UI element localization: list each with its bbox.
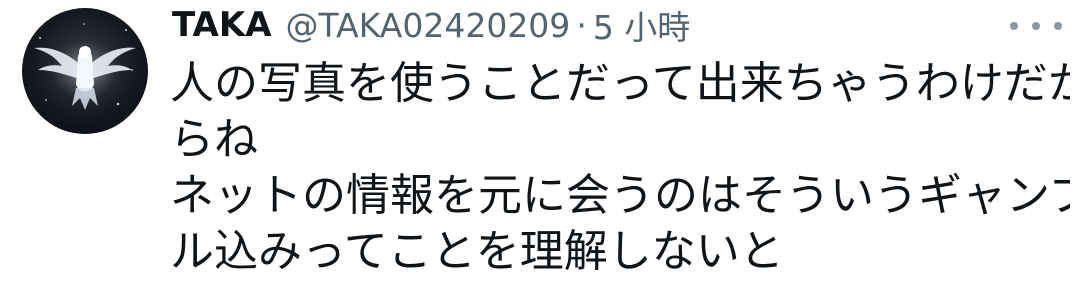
author-display-name[interactable]: TAKA — [172, 5, 272, 45]
eagle-avatar-icon — [34, 23, 136, 110]
more-options-icon — [1032, 22, 1040, 30]
tweet-text-line: らね — [170, 114, 258, 165]
tweet-text-line: ル込みってことを理解しないと — [170, 226, 784, 277]
tweet-header: TAKA @TAKA02420209 · 5 小時 — [172, 2, 690, 48]
more-options-button[interactable] — [1010, 16, 1062, 36]
tweet-text-line: ネットの情報を元に会うのはそういうギャンブ — [170, 170, 1070, 221]
tweet-timestamp[interactable]: 5 小時 — [593, 1, 691, 49]
author-handle[interactable]: @TAKA02420209 — [286, 6, 571, 45]
header-separator: · — [576, 5, 587, 45]
more-options-icon — [1054, 22, 1062, 30]
tweet-text-line: 人の写真を使うことだって出来ちゃうわけだか — [170, 58, 1070, 109]
more-options-icon — [1010, 22, 1018, 30]
tweet[interactable]: TAKA @TAKA02420209 · 5 小時 人の写真を使うことだって出来… — [0, 0, 1080, 287]
tweet-text: 人の写真を使うことだって出来ちゃうわけだか らね ネットの情報を元に会うのはそう… — [170, 56, 1070, 280]
avatar[interactable] — [22, 8, 148, 134]
